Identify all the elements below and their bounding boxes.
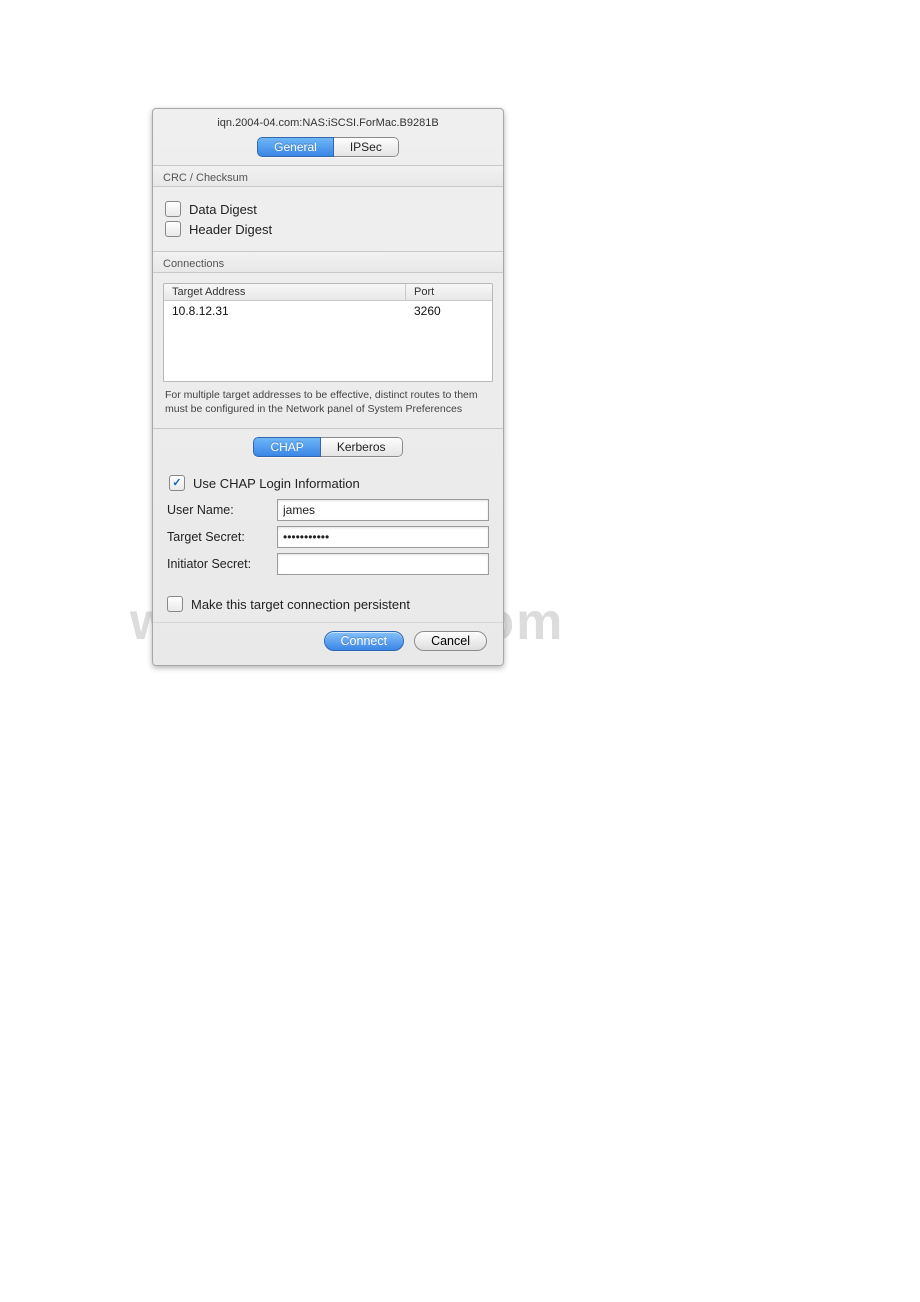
connections-hint: For multiple target addresses to be effe…	[153, 382, 503, 428]
auth-tabbar: CHAP Kerberos	[153, 437, 503, 457]
connections-table[interactable]: Target Address Port 10.8.12.31 3260	[163, 283, 493, 382]
label-target-secret: Target Secret:	[167, 530, 277, 544]
input-initiator-secret[interactable]	[277, 553, 489, 575]
section-crc-checksum: CRC / Checksum	[153, 165, 503, 187]
top-tabbar: General IPSec	[153, 137, 503, 157]
checkbox-persistent[interactable]	[167, 596, 183, 612]
col-port[interactable]: Port	[406, 284, 492, 300]
iscsi-target-dialog: iqn.2004-04.com:NAS:iSCSI.ForMac.B9281B …	[152, 108, 504, 666]
label-data-digest: Data Digest	[189, 202, 257, 217]
section-connections: Connections	[153, 251, 503, 273]
cell-address: 10.8.12.31	[172, 304, 414, 318]
table-row[interactable]: 10.8.12.31 3260	[164, 301, 492, 321]
label-user-name: User Name:	[167, 503, 277, 517]
input-user-name[interactable]	[277, 499, 489, 521]
checkbox-data-digest[interactable]	[165, 201, 181, 217]
tab-ipsec[interactable]: IPSec	[334, 137, 399, 157]
label-initiator-secret: Initiator Secret:	[167, 557, 277, 571]
tab-chap[interactable]: CHAP	[253, 437, 320, 457]
cancel-button[interactable]: Cancel	[414, 631, 487, 651]
dialog-title: iqn.2004-04.com:NAS:iSCSI.ForMac.B9281B	[153, 115, 503, 135]
label-persistent: Make this target connection persistent	[191, 597, 410, 612]
input-target-secret[interactable]	[277, 526, 489, 548]
tab-general[interactable]: General	[257, 137, 334, 157]
label-use-chap: Use CHAP Login Information	[193, 476, 360, 491]
checkbox-use-chap[interactable]	[169, 475, 185, 491]
col-target-address[interactable]: Target Address	[164, 284, 406, 300]
connect-button[interactable]: Connect	[324, 631, 405, 651]
checkbox-header-digest[interactable]	[165, 221, 181, 237]
label-header-digest: Header Digest	[189, 222, 272, 237]
cell-port: 3260	[414, 304, 484, 318]
tab-kerberos[interactable]: Kerberos	[321, 437, 403, 457]
